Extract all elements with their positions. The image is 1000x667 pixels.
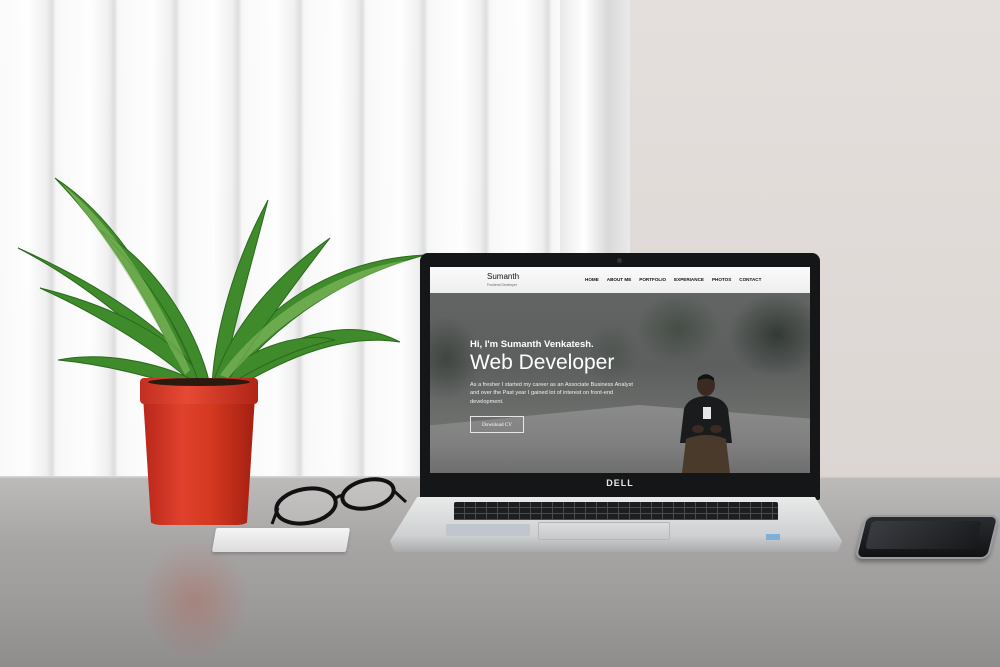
hero-description: As a fresher I started my career as an A…: [470, 382, 633, 405]
desk-scene-photo: Sumanth Frontend Developer HOME ABOUT ME…: [0, 0, 1000, 667]
hero-greeting: Hi, I'm Sumanth Venkatesh.: [470, 339, 594, 350]
palmrest-sticker: [446, 524, 530, 536]
site-brand-tagline: Frontend Developer: [487, 283, 517, 287]
webcam-icon: [617, 258, 622, 263]
nav-contact[interactable]: CONTACT: [739, 277, 761, 282]
hero-title: Web Developer: [470, 351, 615, 374]
download-cv-button[interactable]: Download CV: [470, 416, 524, 433]
nav-about-me[interactable]: ABOUT ME: [607, 277, 632, 282]
person-photo-icon: [680, 374, 732, 473]
touchpad: [538, 522, 670, 540]
nav-experiance[interactable]: EXPERIANCE: [674, 277, 704, 282]
site-hero: Hi, I'm Sumanth Venkatesh. Web Developer…: [430, 293, 810, 473]
laptop-screen: Sumanth Frontend Developer HOME ABOUT ME…: [430, 267, 810, 473]
dell-logo: DELL: [606, 478, 634, 488]
palmrest-badge: [766, 534, 780, 540]
nav-photos[interactable]: PHOTOS: [712, 277, 731, 282]
nav-home[interactable]: HOME: [585, 277, 599, 282]
site-brand-name[interactable]: Sumanth: [487, 272, 519, 281]
smartphone: [854, 515, 1000, 559]
laptop-base: [390, 497, 842, 552]
pot-soil: [148, 378, 250, 386]
keyboard-rows: [454, 502, 778, 520]
nav-portfolio[interactable]: PORTFOLIO: [639, 277, 666, 282]
plant-leaves-icon: [17, 177, 426, 395]
eyeglasses-icon: [270, 477, 408, 526]
site-nav-links: HOME ABOUT ME PORTFOLIO EXPERIANCE PHOTO…: [585, 277, 761, 282]
pot-reflection: [140, 540, 250, 660]
phone-screen: [865, 521, 982, 549]
site-navbar: Sumanth Frontend Developer HOME ABOUT ME…: [430, 267, 810, 293]
laptop-lid: Sumanth Frontend Developer HOME ABOUT ME…: [420, 253, 820, 500]
